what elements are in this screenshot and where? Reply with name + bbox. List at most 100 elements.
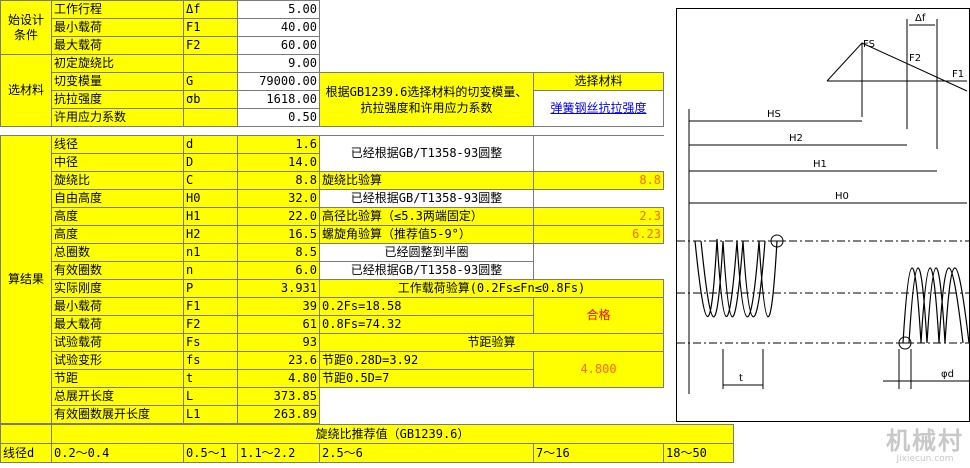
- result-value: 8.5: [237, 243, 320, 262]
- result-value: 8.8: [237, 171, 320, 190]
- row-label: 实际刚度: [51, 279, 184, 298]
- empty-cell: [319, 387, 534, 406]
- row-label: 自由高度: [51, 189, 184, 208]
- recommend-col: 18～50: [663, 443, 734, 463]
- check-text: 节距验算: [319, 333, 664, 352]
- row-label: 高度: [51, 225, 184, 244]
- empty-cell: [319, 54, 534, 73]
- row-symbol: σb: [183, 90, 238, 109]
- input-cell[interactable]: 5.00: [237, 0, 320, 19]
- empty-cell: [533, 36, 664, 55]
- input-cell[interactable]: 79000.00: [237, 72, 320, 91]
- recommend-title: 旋绕比推荐值（GB1239.6）: [51, 424, 734, 444]
- label-h1: H1: [813, 159, 827, 170]
- input-cell[interactable]: 1618.00: [237, 90, 320, 109]
- row-label: 线径: [51, 135, 184, 154]
- check-text: 旋绕比验算: [319, 171, 534, 190]
- watermark: 机械村 Jixiecun.com: [886, 428, 964, 464]
- row-symbol: H2: [183, 225, 238, 244]
- load-result: 合格: [533, 297, 664, 334]
- watermark-main: 机械村: [886, 427, 964, 455]
- spring-drawing: Δf FS F2 F1 HS H2 H1 H0 t φd: [677, 13, 970, 394]
- empty-cell: [319, 405, 534, 424]
- check-text: 0.2Fs=18.58: [319, 297, 534, 316]
- row-symbol: L: [183, 387, 238, 406]
- recommend-col: 2.5～6: [319, 443, 534, 463]
- row-symbol: H0: [183, 189, 238, 208]
- result-value: 1.6: [237, 135, 320, 154]
- label-t: t: [739, 373, 743, 384]
- calc-grid: 始设计条件 工作行程 Δf 5.00 最小载荷 F1 40.00 最大载荷 F2…: [0, 0, 664, 424]
- row-symbol: fs: [183, 351, 238, 370]
- row-symbol: G: [183, 72, 238, 91]
- label-fs: FS: [863, 39, 875, 50]
- row-label: 最大载荷: [51, 315, 184, 334]
- check-text: 已经根据GB/T1358-93圆整: [319, 189, 534, 208]
- result-value: 4.80: [237, 369, 320, 388]
- row-symbol: D: [183, 153, 238, 172]
- label-df: Δf: [915, 13, 926, 24]
- result-value: 23.6: [237, 351, 320, 370]
- select-material-title: 选择材料: [533, 72, 664, 91]
- recommend-col: 0.5～1: [183, 443, 238, 463]
- empty-cell: [319, 18, 534, 37]
- input-cell[interactable]: 0.50: [237, 108, 320, 127]
- input-cell[interactable]: 60.00: [237, 36, 320, 55]
- row-symbol: [183, 108, 238, 127]
- material-link[interactable]: 弹簧钢丝抗拉强度: [533, 90, 664, 127]
- row-label: 总圈数: [51, 243, 184, 262]
- result-value: 6.0: [237, 261, 320, 280]
- recommend-col: 7～16: [533, 443, 664, 463]
- result-value: 93: [237, 333, 320, 352]
- result-value: 39: [237, 297, 320, 316]
- row-label: 试验变形: [51, 351, 184, 370]
- section-results: 算结果: [0, 135, 52, 424]
- row-label: 节距: [51, 369, 184, 388]
- label-f2: F2: [909, 53, 921, 64]
- row-symbol: t: [183, 369, 238, 388]
- pitch-result: 4.800: [533, 351, 664, 388]
- recommend-col: 0.2～0.4: [51, 443, 184, 463]
- row-label: 线径d: [0, 443, 52, 463]
- check-text: 工作载荷验算(0.2Fs≤Fn≤0.8Fs): [319, 279, 664, 298]
- row-symbol: n1: [183, 243, 238, 262]
- row-symbol: F2: [183, 36, 238, 55]
- check-value: 6.23: [533, 225, 664, 244]
- row-label: 最小载荷: [51, 297, 184, 316]
- empty-cell: [533, 54, 664, 73]
- empty-cell: [533, 243, 664, 262]
- check-text: 螺旋角验算（推荐值5-9°）: [319, 225, 534, 244]
- check-text: 节距0.5D=7: [319, 369, 534, 388]
- check-text: 已经根据GB/T1358-93圆整: [319, 135, 534, 172]
- result-value: 14.0: [237, 153, 320, 172]
- watermark-sub: Jixiecun.com: [896, 454, 954, 464]
- row-symbol: C: [183, 171, 238, 190]
- row-label: 总展开长度: [51, 387, 184, 406]
- row-label: 许用应力系数: [51, 108, 184, 127]
- spring-diagram: Δf FS F2 F1 HS H2 H1 H0 t φd: [676, 8, 970, 422]
- result-value: 3.931: [237, 279, 320, 298]
- label-h2: H2: [789, 133, 803, 144]
- result-value: 61: [237, 315, 320, 334]
- input-cell[interactable]: 40.00: [237, 18, 320, 37]
- check-text: 节距0.28D=3.92: [319, 351, 534, 370]
- row-symbol: [183, 54, 238, 73]
- empty-cell: [533, 261, 664, 280]
- label-f1: F1: [952, 69, 964, 80]
- row-label: 工作行程: [51, 0, 184, 19]
- empty-cell: [0, 424, 52, 444]
- row-label: 中径: [51, 153, 184, 172]
- index-recommend-table: 旋绕比推荐值（GB1239.6） 线径d 0.2～0.4 0.5～1 1.1～2…: [0, 424, 734, 463]
- row-symbol: d: [183, 135, 238, 154]
- input-cell[interactable]: 9.00: [237, 54, 320, 73]
- row-label: 最大载荷: [51, 36, 184, 55]
- row-symbol: Fs: [183, 333, 238, 352]
- row-symbol: H1: [183, 207, 238, 226]
- row-label: 切变模量: [51, 72, 184, 91]
- row-label: 初定旋绕比: [51, 54, 184, 73]
- check-text: 已经根据GB/T1358-93圆整: [319, 261, 534, 280]
- material-note: 根据GB1239.6选择材料的切变模量、抗拉强度和许用应力系数: [319, 72, 534, 127]
- label-h0: H0: [835, 191, 849, 202]
- result-value: 263.89: [237, 405, 320, 424]
- check-text: 已经圆整到半圈: [319, 243, 534, 262]
